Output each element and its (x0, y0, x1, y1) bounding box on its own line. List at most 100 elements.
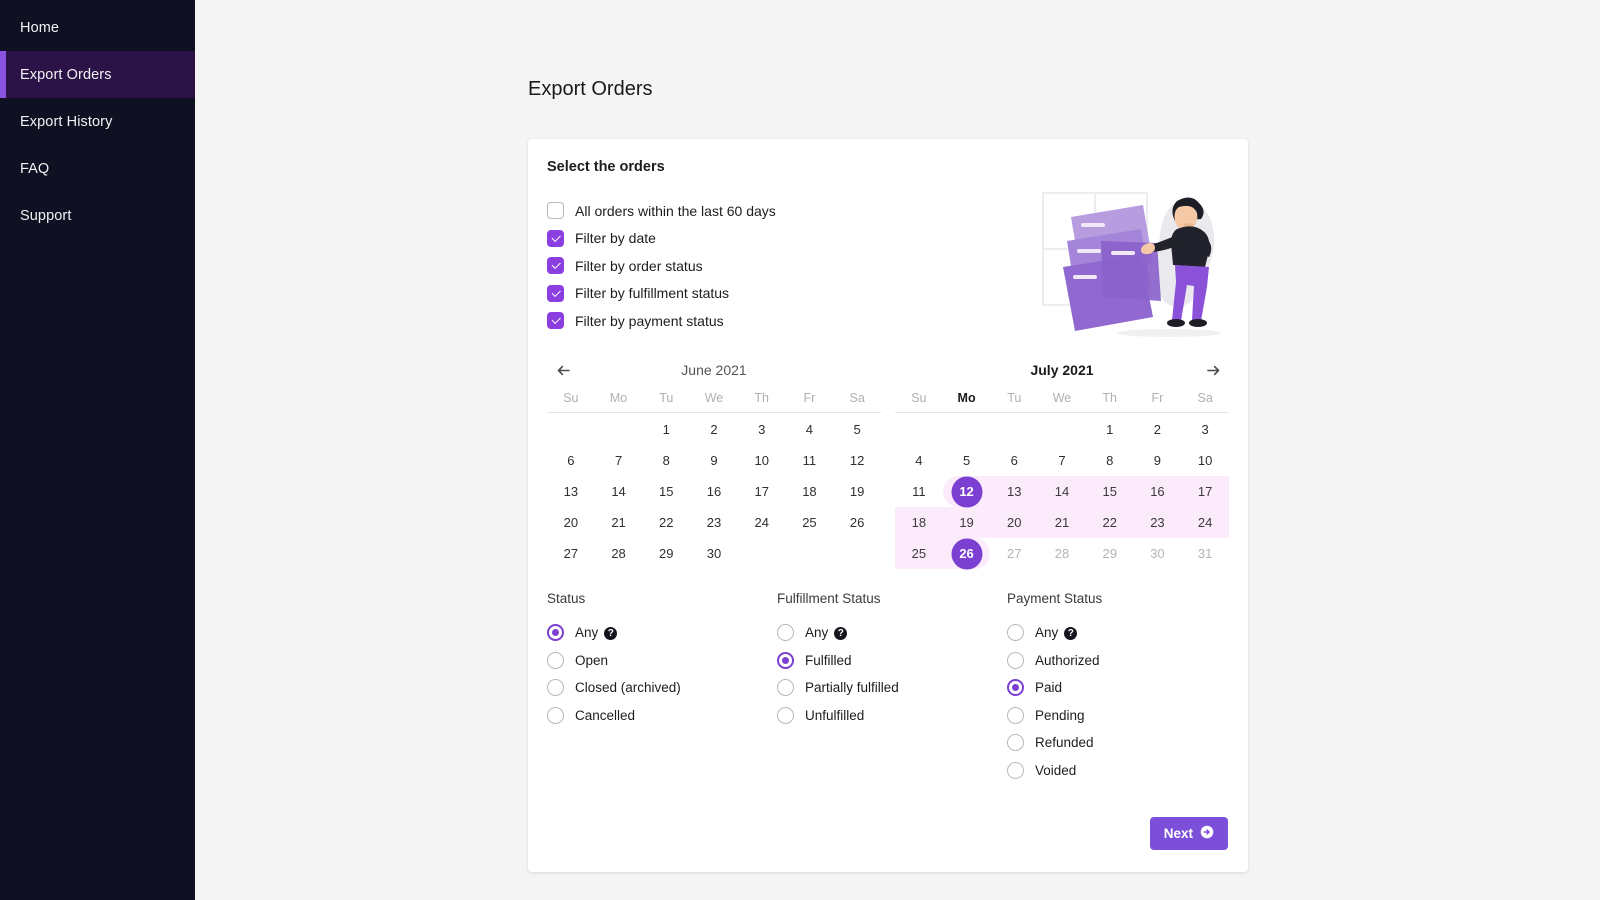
sidebar-item-export-orders[interactable]: Export Orders (0, 51, 195, 98)
calendar-day-cell[interactable]: 27 (547, 538, 595, 569)
radio-row[interactable]: Any? (777, 619, 1007, 647)
calendar-day-cell[interactable]: 17 (738, 476, 786, 507)
calendar-day-cell[interactable]: 22 (1086, 507, 1134, 538)
calendar-day-cell[interactable]: 12 (833, 445, 881, 476)
checkbox-unchecked-icon[interactable] (547, 202, 564, 219)
radio-unselected-icon[interactable] (777, 624, 794, 641)
checkbox-row[interactable]: All orders within the last 60 days (547, 197, 776, 225)
calendar-day-cell[interactable]: 4 (895, 445, 943, 476)
calendar-day-cell[interactable]: 9 (690, 445, 738, 476)
calendar-day-cell[interactable]: 11 (895, 476, 943, 507)
help-icon[interactable]: ? (604, 627, 617, 640)
calendar-day-cell[interactable]: 19 (943, 507, 991, 538)
radio-row[interactable]: Closed (archived) (547, 674, 777, 702)
calendar-day-cell[interactable]: 2 (690, 414, 738, 445)
radio-row[interactable]: Authorized (1007, 647, 1237, 675)
calendar-day-cell[interactable]: 3 (738, 414, 786, 445)
calendar-day-cell[interactable]: 16 (690, 476, 738, 507)
radio-unselected-icon[interactable] (1007, 734, 1024, 751)
calendar-day-cell[interactable]: 18 (786, 476, 834, 507)
calendar-day-cell[interactable]: 30 (690, 538, 738, 569)
calendar-day-cell[interactable]: 21 (595, 507, 643, 538)
checkbox-row[interactable]: Filter by payment status (547, 307, 776, 335)
radio-row[interactable]: Unfulfilled (777, 702, 1007, 730)
radio-selected-icon[interactable] (547, 624, 564, 641)
radio-selected-icon[interactable] (1007, 679, 1024, 696)
calendar-day-cell[interactable]: 10 (1181, 445, 1229, 476)
calendar-day-cell[interactable]: 13 (547, 476, 595, 507)
radio-selected-icon[interactable] (777, 652, 794, 669)
calendar-day-cell[interactable]: 5 (833, 414, 881, 445)
checkbox-checked-icon[interactable] (547, 285, 564, 302)
radio-unselected-icon[interactable] (547, 707, 564, 724)
calendar-day-cell[interactable]: 16 (1134, 476, 1182, 507)
radio-row[interactable]: Partially fulfilled (777, 674, 1007, 702)
radio-row[interactable]: Pending (1007, 702, 1237, 730)
radio-unselected-icon[interactable] (547, 679, 564, 696)
arrow-left-icon[interactable] (551, 358, 575, 382)
radio-unselected-icon[interactable] (547, 652, 564, 669)
calendar-day-cell[interactable]: 15 (1086, 476, 1134, 507)
checkbox-row[interactable]: Filter by fulfillment status (547, 280, 776, 308)
checkbox-row[interactable]: Filter by order status (547, 252, 776, 280)
calendar-day-cell[interactable]: 20 (547, 507, 595, 538)
calendar-day-cell[interactable]: 26 (833, 507, 881, 538)
checkbox-checked-icon[interactable] (547, 230, 564, 247)
calendar-day-cell[interactable]: 8 (1086, 445, 1134, 476)
calendar-day-cell[interactable]: 28 (595, 538, 643, 569)
checkbox-checked-icon[interactable] (547, 312, 564, 329)
calendar-day-cell[interactable]: 3 (1181, 414, 1229, 445)
calendar-day-cell[interactable]: 29 (642, 538, 690, 569)
sidebar-item-home[interactable]: Home (0, 4, 195, 51)
calendar-day-cell[interactable]: 5 (943, 445, 991, 476)
calendar-day-cell[interactable]: 24 (738, 507, 786, 538)
calendar-day-cell[interactable]: 1 (1086, 414, 1134, 445)
calendar-day-cell[interactable]: 4 (786, 414, 834, 445)
calendar-day-cell[interactable]: 25 (895, 538, 943, 569)
calendar-day-cell[interactable]: 8 (642, 445, 690, 476)
help-icon[interactable]: ? (1064, 627, 1077, 640)
calendar-day-cell[interactable]: 13 (990, 476, 1038, 507)
next-button[interactable]: Next (1150, 817, 1228, 850)
calendar-day-cell[interactable]: 11 (786, 445, 834, 476)
calendar-day-cell[interactable]: 2 (1134, 414, 1182, 445)
radio-row[interactable]: Cancelled (547, 702, 777, 730)
arrow-right-icon[interactable] (1201, 358, 1225, 382)
calendar-day-cell[interactable]: 22 (642, 507, 690, 538)
help-icon[interactable]: ? (834, 627, 847, 640)
radio-row[interactable]: Voided (1007, 757, 1237, 785)
radio-row[interactable]: Refunded (1007, 729, 1237, 757)
radio-unselected-icon[interactable] (1007, 707, 1024, 724)
calendar-day-cell[interactable]: 12 (943, 476, 991, 507)
calendar-day-cell[interactable]: 10 (738, 445, 786, 476)
calendar-day-cell[interactable]: 19 (833, 476, 881, 507)
calendar-day-cell[interactable]: 21 (1038, 507, 1086, 538)
calendar-day-cell[interactable]: 15 (642, 476, 690, 507)
calendar-day-cell[interactable]: 17 (1181, 476, 1229, 507)
radio-unselected-icon[interactable] (777, 679, 794, 696)
checkbox-row[interactable]: Filter by date (547, 225, 776, 253)
calendar-day-cell[interactable]: 1 (642, 414, 690, 445)
calendar-day-cell[interactable]: 6 (990, 445, 1038, 476)
radio-row[interactable]: Fulfilled (777, 647, 1007, 675)
calendar-day-cell[interactable]: 14 (1038, 476, 1086, 507)
radio-row[interactable]: Open (547, 647, 777, 675)
radio-row[interactable]: Paid (1007, 674, 1237, 702)
calendar-day-cell[interactable]: 7 (1038, 445, 1086, 476)
calendar-day-cell[interactable]: 6 (547, 445, 595, 476)
calendar-day-cell[interactable]: 24 (1181, 507, 1229, 538)
checkbox-checked-icon[interactable] (547, 257, 564, 274)
calendar-day-cell[interactable]: 25 (786, 507, 834, 538)
radio-unselected-icon[interactable] (1007, 652, 1024, 669)
calendar-day-cell[interactable]: 23 (690, 507, 738, 538)
calendar-day-cell[interactable]: 9 (1134, 445, 1182, 476)
calendar-day-cell[interactable]: 26 (943, 538, 991, 569)
calendar-day-cell[interactable]: 18 (895, 507, 943, 538)
radio-unselected-icon[interactable] (777, 707, 794, 724)
calendar-day-cell[interactable]: 20 (990, 507, 1038, 538)
sidebar-item-faq[interactable]: FAQ (0, 145, 195, 192)
calendar-day-cell[interactable]: 7 (595, 445, 643, 476)
radio-row[interactable]: Any? (547, 619, 777, 647)
calendar-day-cell[interactable]: 23 (1134, 507, 1182, 538)
calendar-day-cell[interactable]: 14 (595, 476, 643, 507)
